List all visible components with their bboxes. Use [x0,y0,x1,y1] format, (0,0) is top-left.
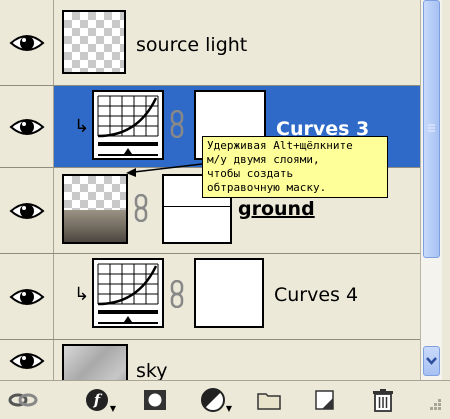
tooltip-line: обтравочную маску. [207,181,327,194]
tooltip-line: Удерживая Alt+щёлкните [207,139,353,152]
tooltip-pointer [126,163,203,177]
tooltip-line: чтобы создать [207,167,294,180]
clipping-mask-tooltip: Удерживая Alt+щёлкните м/у двумя слоями,… [202,136,388,198]
layers-panel: source light ↳ Curves 3 ground ↳ Curves … [0,0,450,419]
tooltip-line: м/у двумя слоями, [207,153,320,166]
